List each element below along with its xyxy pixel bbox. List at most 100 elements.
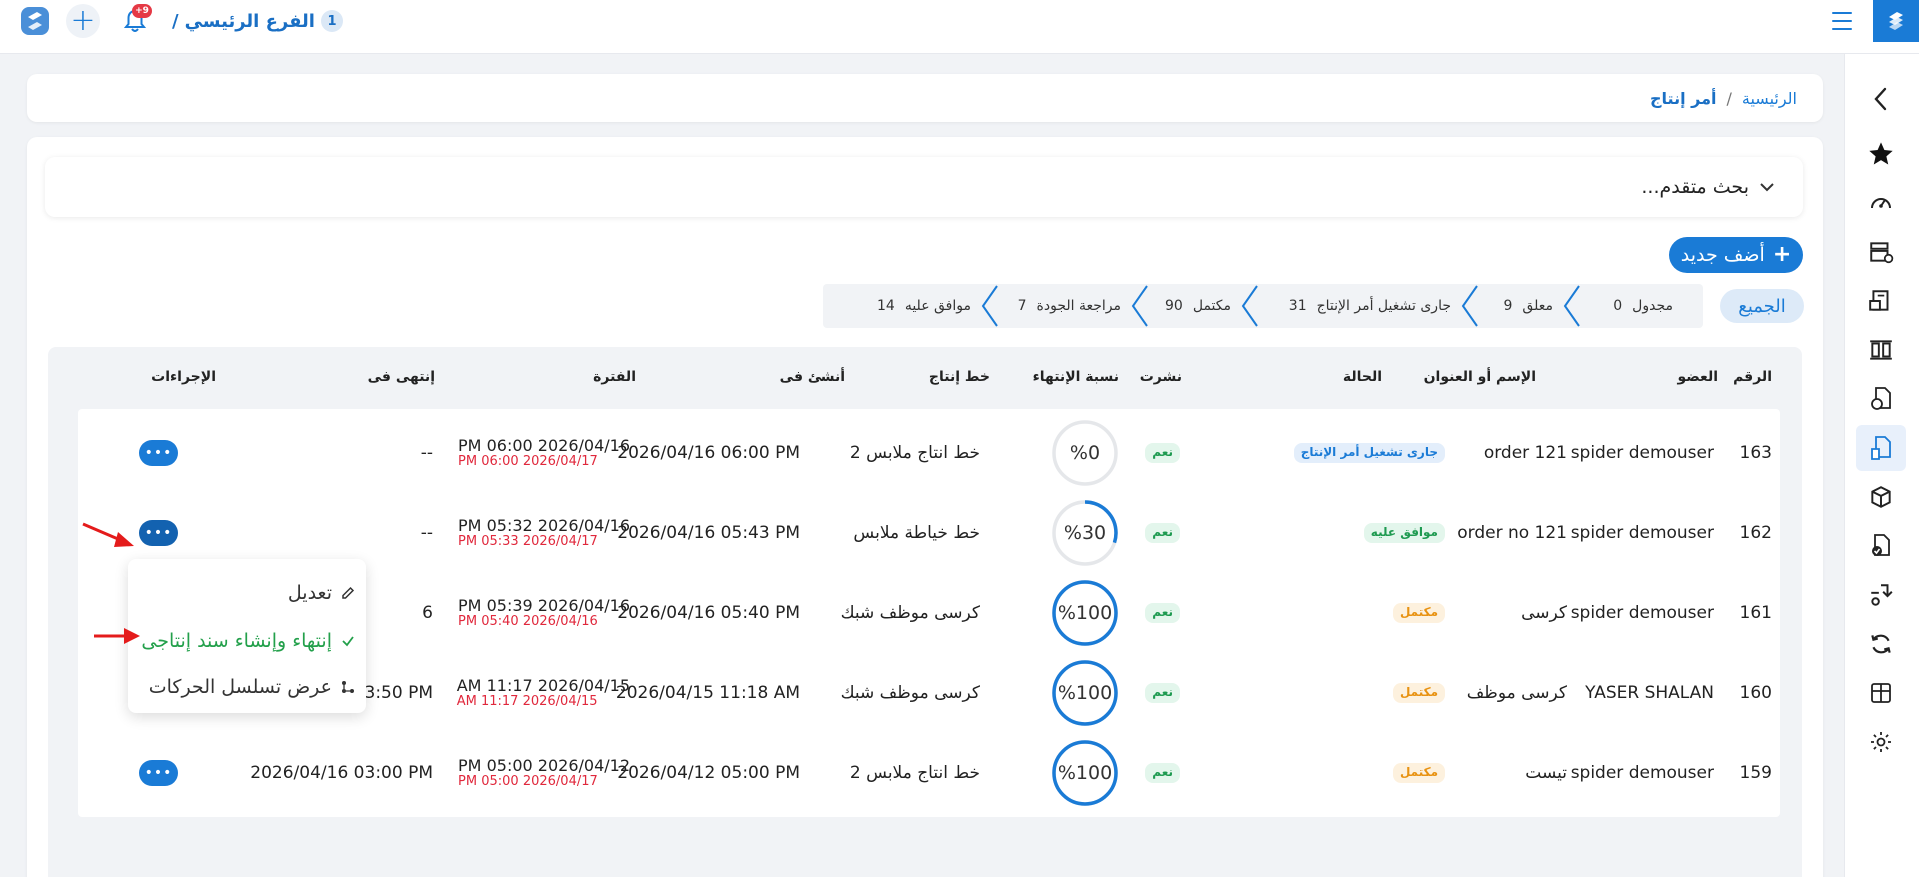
cell-text: spider demouser — [1570, 443, 1714, 463]
cell-status: مكتمل — [1392, 569, 1445, 657]
cell-text: 2026/04/16 05:40 PM — [617, 603, 800, 623]
status-step-label: مراجعة الجودة — [1036, 298, 1121, 314]
status-step-completed[interactable]: مكتمل 90 — [1165, 284, 1231, 328]
status-step-label: معلق — [1522, 298, 1553, 314]
status-filter-all[interactable]: الجميع — [1720, 289, 1804, 323]
row-actions-button[interactable]: ••• — [139, 440, 178, 466]
cell-line: خط انتاج ملابس 2 — [850, 409, 980, 497]
cell-completion: %100 — [1050, 569, 1120, 657]
document-check-icon[interactable] — [1856, 523, 1906, 569]
table-row[interactable]: 163 spider demouser order 121 جارى تشغيل أم… — [78, 409, 1780, 497]
cell-name: order no 121 — [1457, 489, 1567, 577]
header-line: خط إنتاج — [928, 369, 990, 385]
step-divider-icon — [1461, 285, 1478, 327]
dashboard-icon[interactable] — [1856, 180, 1906, 226]
menu-item-label: تعديل — [287, 582, 332, 604]
app-logo-icon[interactable] — [18, 4, 52, 38]
cell-status: مكتمل — [1392, 729, 1445, 817]
cell-completion: %30 — [1050, 489, 1120, 577]
cell-number: 160 — [1740, 649, 1772, 737]
cell-text: 163 — [1739, 443, 1772, 463]
cell-text: YASER SHALAN — [1585, 683, 1714, 703]
menu-item-edit[interactable]: تعديل — [288, 573, 356, 613]
completion-ring: %30 — [1050, 498, 1120, 568]
purchases-icon[interactable] — [1856, 278, 1906, 324]
status-step-scheduled[interactable]: مجدول 0 — [1613, 284, 1673, 328]
breadcrumb-home-link[interactable]: الرئيسية — [1742, 89, 1797, 108]
cell-text: -- — [420, 443, 433, 463]
status-step-approved[interactable]: موافق عليه 14 — [877, 284, 971, 328]
brand-logo-icon[interactable] — [1873, 0, 1919, 42]
cell-member: spider demouser — [1571, 489, 1714, 577]
cell-text: 2026/04/15 11:18 AM — [615, 683, 800, 703]
plus-icon: + — [1772, 242, 1792, 267]
period-end: 2026/04/15 11:17 AM — [456, 693, 598, 709]
plus-icon[interactable]: + — [66, 4, 100, 38]
advanced-search-toggle[interactable]: بحث متقدم... — [45, 157, 1803, 217]
header-number: الرقم — [1733, 369, 1772, 385]
cell-line: خط خياطة ملابس — [853, 489, 980, 577]
cell-name: كرسى — [1521, 569, 1567, 657]
breadcrumb-current: أمر إنتاج — [1650, 88, 1717, 108]
status-step-pending[interactable]: معلق 9 — [1504, 284, 1554, 328]
add-new-button[interactable]: + أضف جديد — [1669, 237, 1803, 273]
header-completion: نسبة الإنتهاء — [1032, 369, 1119, 385]
cell-status: موافق عليه — [1363, 489, 1445, 577]
cell-published: نعم — [1145, 409, 1180, 497]
cell-text: كرسى موظف شبك — [840, 603, 980, 623]
menu-icon[interactable] — [1832, 12, 1852, 30]
cell-text: -- — [420, 523, 433, 543]
cell-number: 161 — [1740, 569, 1772, 657]
row-actions-button[interactable]: ••• — [139, 520, 178, 546]
annotation-arrow-icon — [94, 628, 140, 644]
document-money-icon[interactable] — [1856, 376, 1906, 422]
period-end: 2026/04/17 05:33 PM — [458, 533, 598, 549]
header-period: الفترة — [593, 369, 636, 385]
star-icon[interactable] — [1856, 131, 1906, 177]
branch-selector[interactable]: 1 الفرع الرئيسي / — [172, 10, 343, 32]
row-actions-button[interactable]: ••• — [139, 760, 178, 786]
annotation-arrow-icon — [82, 522, 134, 547]
period-start: 2026/04/12 05:00 PM — [458, 755, 630, 775]
cell-name: تيست — [1525, 729, 1567, 817]
period-end: 2026/04/17 05:00 PM — [458, 773, 598, 789]
cell-status: جارى تشغيل أمر الإنتاج — [1293, 409, 1445, 497]
table-row[interactable]: 159 spider demouser تيست مكتمل نعم %100 خط انت… — [78, 729, 1780, 817]
package-icon[interactable] — [1856, 474, 1906, 520]
published-badge: نعم — [1145, 523, 1180, 543]
menu-item-trace[interactable]: عرض تسلسل الحركات — [149, 667, 356, 707]
production-order-icon[interactable] — [1856, 425, 1906, 471]
advanced-search-label: بحث متقدم... — [1641, 176, 1749, 198]
back-chevron-icon[interactable] — [1856, 76, 1906, 122]
layout-icon[interactable] — [1856, 670, 1906, 716]
menu-item-finish-production[interactable]: إنتهاء وإنشاء سند إنتاجى — [141, 621, 356, 661]
cell-text: كرسى موظف شبك — [840, 683, 980, 703]
step-divider-icon — [981, 285, 998, 327]
cell-completion: %100 — [1050, 649, 1120, 737]
register-icon[interactable] — [1856, 229, 1906, 275]
cell-text: 6 — [422, 603, 433, 623]
columns-icon[interactable] — [1856, 327, 1906, 373]
cell-period: 2026/04/16 05:39 PM 2026/04/16 05:40 PM — [458, 569, 630, 657]
cell-text: order 121 — [1483, 443, 1567, 463]
status-step-count: 9 — [1503, 298, 1513, 314]
cell-line: كرسى موظف شبك — [841, 649, 980, 737]
cell-member: spider demouser — [1571, 569, 1714, 657]
check-icon — [342, 636, 354, 647]
completion-value: %0 — [1069, 442, 1101, 464]
status-badge: موافق عليه — [1363, 523, 1445, 543]
status-step-quality[interactable]: مراجعة الجودة 7 — [1018, 284, 1121, 328]
transfer-icon[interactable] — [1856, 572, 1906, 618]
status-step-running[interactable]: جارى تشغيل أمر الإنتاج 31 — [1289, 284, 1451, 328]
notifications-button[interactable]: +9 — [118, 4, 152, 38]
completion-ring: %0 — [1050, 418, 1120, 488]
cell-actions-label: ••• — [139, 409, 178, 497]
cell-period: 2026/04/16 05:32 PM 2026/04/17 05:33 PM — [458, 489, 630, 577]
header-actions: الإجراءات — [151, 369, 216, 385]
refresh-icon[interactable] — [1856, 621, 1906, 667]
status-badge: مكتمل — [1392, 763, 1445, 783]
add-new-label: أضف جديد — [1680, 244, 1765, 266]
gear-icon[interactable] — [1856, 719, 1906, 765]
step-divider-icon — [1563, 285, 1580, 327]
cell-line: كرسى موظف شبك — [841, 569, 980, 657]
